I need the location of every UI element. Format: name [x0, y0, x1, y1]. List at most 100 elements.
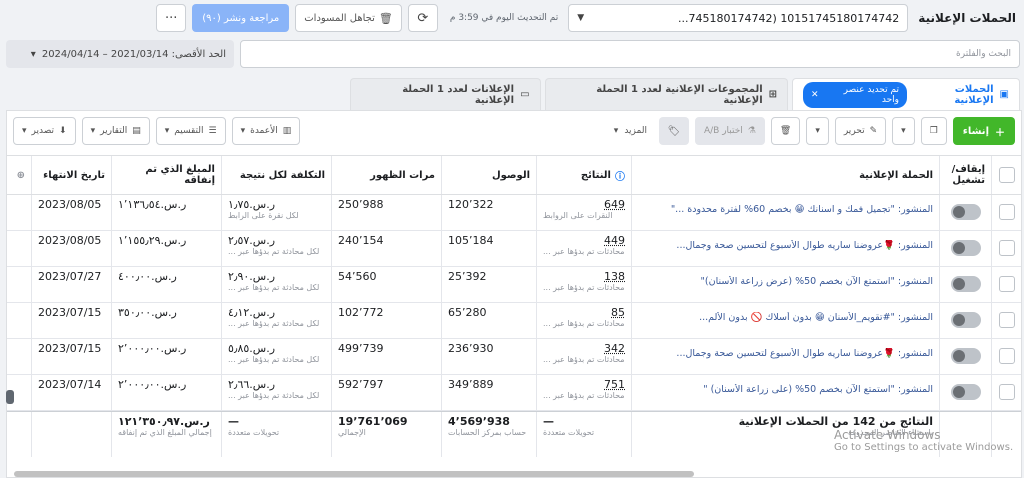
more-options-button[interactable]: ··· — [156, 4, 187, 32]
results-value: 449 — [543, 234, 625, 247]
tab-ads[interactable]: ▭ الإعلانات لعدد 1 الحملة الإعلانية — [350, 78, 541, 110]
campaign-toggle[interactable] — [950, 240, 981, 256]
more-button[interactable]: المزيد ▾ — [608, 117, 653, 145]
spent-cell: ر.س.٣٥٠٫٠٠ — [111, 303, 221, 338]
cpr-cell: ر.س.٢٫٦٦ لكل محادثة تم بدؤها عبر ... — [221, 375, 331, 410]
footer-results: — تحويلات متعددة — [536, 412, 631, 457]
select-all-checkbox[interactable] — [998, 167, 1015, 183]
col-reach[interactable]: الوصول — [441, 156, 536, 194]
spent-value: ر.س.١٬١٣٦٫٥٤ — [118, 198, 187, 211]
col-toggle[interactable]: إيقاف/ تشغيل — [939, 156, 991, 194]
ellipsis-icon: ··· — [165, 10, 178, 26]
select-all-cell — [991, 156, 1021, 194]
export-label: تصدير — [31, 126, 55, 136]
tag-button[interactable]: 🏷 — [658, 117, 689, 145]
duplicate-button[interactable]: ❐ — [920, 117, 947, 145]
close-icon[interactable]: ✕ — [811, 90, 819, 100]
campaign-name-link[interactable]: المنشور: 🌹عروضنا ساريه طوال الأسبوع لتحس… — [638, 240, 933, 251]
row-checkbox[interactable] — [998, 276, 1015, 292]
reports-button[interactable]: ▤ التقارير ▾ — [81, 117, 150, 145]
row-toggle-cell — [939, 375, 991, 410]
last-updated: تم التحديث اليوم في 3:59 م — [449, 13, 559, 23]
results-value: 85 — [543, 306, 625, 319]
watermark-title: Activate Windows — [834, 428, 941, 442]
footer-impressions-value: 19٬761٬069 — [338, 415, 408, 428]
row-blank — [7, 195, 31, 230]
col-end-date[interactable]: تاريخ الانتهاء — [31, 156, 111, 194]
col-impressions[interactable]: مرات الظهور — [331, 156, 441, 194]
row-checkbox[interactable] — [998, 204, 1015, 220]
impressions-value: 250٬988 — [338, 198, 384, 211]
vertical-scrollbar[interactable] — [6, 390, 14, 404]
campaign-toggle[interactable] — [950, 312, 981, 328]
campaign-toggle[interactable] — [950, 348, 981, 364]
spent-value: ر.س.١٬١٥٥٫٢٩ — [118, 234, 187, 247]
tab-adsets[interactable]: ⊞ المجموعات الإعلانية لعدد 1 الحملة الإع… — [544, 78, 789, 110]
breakdown-button[interactable]: ☰ التقسيم ▾ — [155, 117, 226, 145]
campaign-toggle[interactable] — [950, 204, 981, 220]
export-button[interactable]: ⬇ تصدير ▾ — [13, 117, 76, 145]
table-row[interactable]: المنشور: 🌹عروضنا ساريه طوال الأسبوع لتحس… — [7, 339, 1021, 375]
breakdown-icon: ☰ — [208, 126, 217, 136]
results-sub: النقرات على الروابط — [543, 211, 613, 220]
edit-button[interactable]: ✎ تحرير — [834, 117, 887, 145]
campaign-name-link[interactable]: المنشور: 🌹عروضنا ساريه طوال الأسبوع لتحس… — [638, 348, 933, 359]
ab-test-button[interactable]: ⚗ اختبار A/B — [694, 117, 765, 145]
campaigns-icon: ▣ — [999, 89, 1009, 100]
end-date-value: 2023/07/14 — [38, 378, 102, 391]
col-results[interactable]: ⓘ النتائج — [536, 156, 631, 194]
footer-reach-value: 4٬569٬938 — [448, 415, 510, 428]
row-checkbox[interactable] — [998, 384, 1015, 400]
create-button[interactable]: ＋ إنشاء — [952, 117, 1015, 145]
campaign-name-link[interactable]: المنشور: "استمتع الآن بخصم 50% (عرض زراع… — [638, 276, 933, 287]
cpr-value: ر.س.٢٫٥٧ — [228, 234, 276, 247]
table-row[interactable]: المنشور: "استمتع الآن بخصم 50% (عرض زراع… — [7, 267, 1021, 303]
date-range-picker[interactable]: الحد الأقصى: 2021/03/14 – 2024/04/14 ▾ — [6, 40, 234, 68]
cpr-value: ر.س.٥٫٨٥ — [228, 342, 276, 355]
info-icon[interactable]: ⓘ — [615, 168, 625, 183]
footer-impressions-sub: الإجمالي — [338, 428, 366, 437]
review-publish-button[interactable]: مراجعة ونشر (٩٠) — [192, 4, 290, 32]
spent-cell: ر.س.٢٬٠٠٠٫٠٠ — [111, 339, 221, 374]
campaign-name-link[interactable]: المنشور: "#تقويم_الأسنان 😁 بدون أسلاك 🚫 … — [638, 312, 933, 323]
edit-dropdown[interactable]: ▾ — [806, 117, 829, 145]
cpr-sub: لكل نقرة على الرابط — [228, 211, 299, 220]
col-cost-per-result[interactable]: التكلفة لكل نتيجة — [221, 156, 331, 194]
campaigns-table: إيقاف/ تشغيل الحملة الإعلانية ⓘ النتائج ا… — [7, 155, 1021, 457]
col-campaign[interactable]: الحملة الإعلانية — [631, 156, 939, 194]
campaign-toggle[interactable] — [950, 276, 981, 292]
duplicate-dropdown[interactable]: ▾ — [892, 117, 915, 145]
horizontal-scrollbar[interactable] — [14, 471, 694, 477]
tab-ads-label: الإعلانات لعدد 1 الحملة الإعلانية — [402, 83, 515, 106]
trash-icon: 🗑 — [779, 126, 792, 136]
account-selector[interactable]: 10151745180174742 (745180174742... ▼ — [568, 4, 909, 32]
selection-pill[interactable]: تم تحديد عنصر واحد ✕ — [803, 81, 907, 108]
col-amount-spent[interactable]: المبلغ الذي تم إنفاقه — [111, 156, 221, 194]
reach-value: 120٬322 — [448, 198, 494, 211]
campaign-name-cell: المنشور: 🌹عروضنا ساريه طوال الأسبوع لتحس… — [631, 339, 939, 374]
table-row[interactable]: المنشور: "تجميل فمك و اسنانك 😁 بخصم 60% … — [7, 195, 1021, 231]
discard-drafts-button[interactable]: 🗑 تجاهل المسودات — [295, 4, 402, 32]
end-date-value: 2023/07/15 — [38, 306, 102, 319]
columns-button[interactable]: ▥ الأعمدة ▾ — [231, 117, 301, 145]
search-input[interactable]: البحث والفلترة — [240, 40, 1020, 68]
results-sub: محادثات تم بدؤها عبر ... — [543, 319, 625, 328]
results-value: 138 — [543, 270, 625, 283]
footer-results-value: — — [543, 415, 554, 428]
row-checkbox[interactable] — [998, 348, 1015, 364]
campaign-name-link[interactable]: المنشور: "استمتع الآن بخصم 50% (على زراع… — [638, 384, 933, 395]
row-checkbox[interactable] — [998, 312, 1015, 328]
campaign-toggle[interactable] — [950, 384, 981, 400]
reach-cell: 25٬392 — [441, 267, 536, 302]
row-checkbox[interactable] — [998, 240, 1015, 256]
campaign-name-link[interactable]: المنشور: "تجميل فمك و اسنانك 😁 بخصم 60% … — [638, 204, 933, 215]
table-row[interactable]: المنشور: "استمتع الآن بخصم 50% (على زراع… — [7, 375, 1021, 411]
table-row[interactable]: المنشور: 🌹عروضنا ساريه طوال الأسبوع لتحس… — [7, 231, 1021, 267]
delete-button[interactable]: 🗑 — [770, 117, 801, 145]
add-column-icon[interactable]: ⊕ — [7, 156, 31, 194]
table-row[interactable]: المنشور: "#تقويم_الأسنان 😁 بدون أسلاك 🚫 … — [7, 303, 1021, 339]
cpr-cell: ر.س.١٫٧٥ لكل نقرة على الرابط — [221, 195, 331, 230]
tab-campaigns[interactable]: ▣ الحملات الإعلانية تم تحديد عنصر واحد ✕ — [792, 78, 1020, 110]
refresh-button[interactable]: ⟳ — [407, 4, 438, 32]
impressions-cell: 592٬797 — [331, 375, 441, 410]
